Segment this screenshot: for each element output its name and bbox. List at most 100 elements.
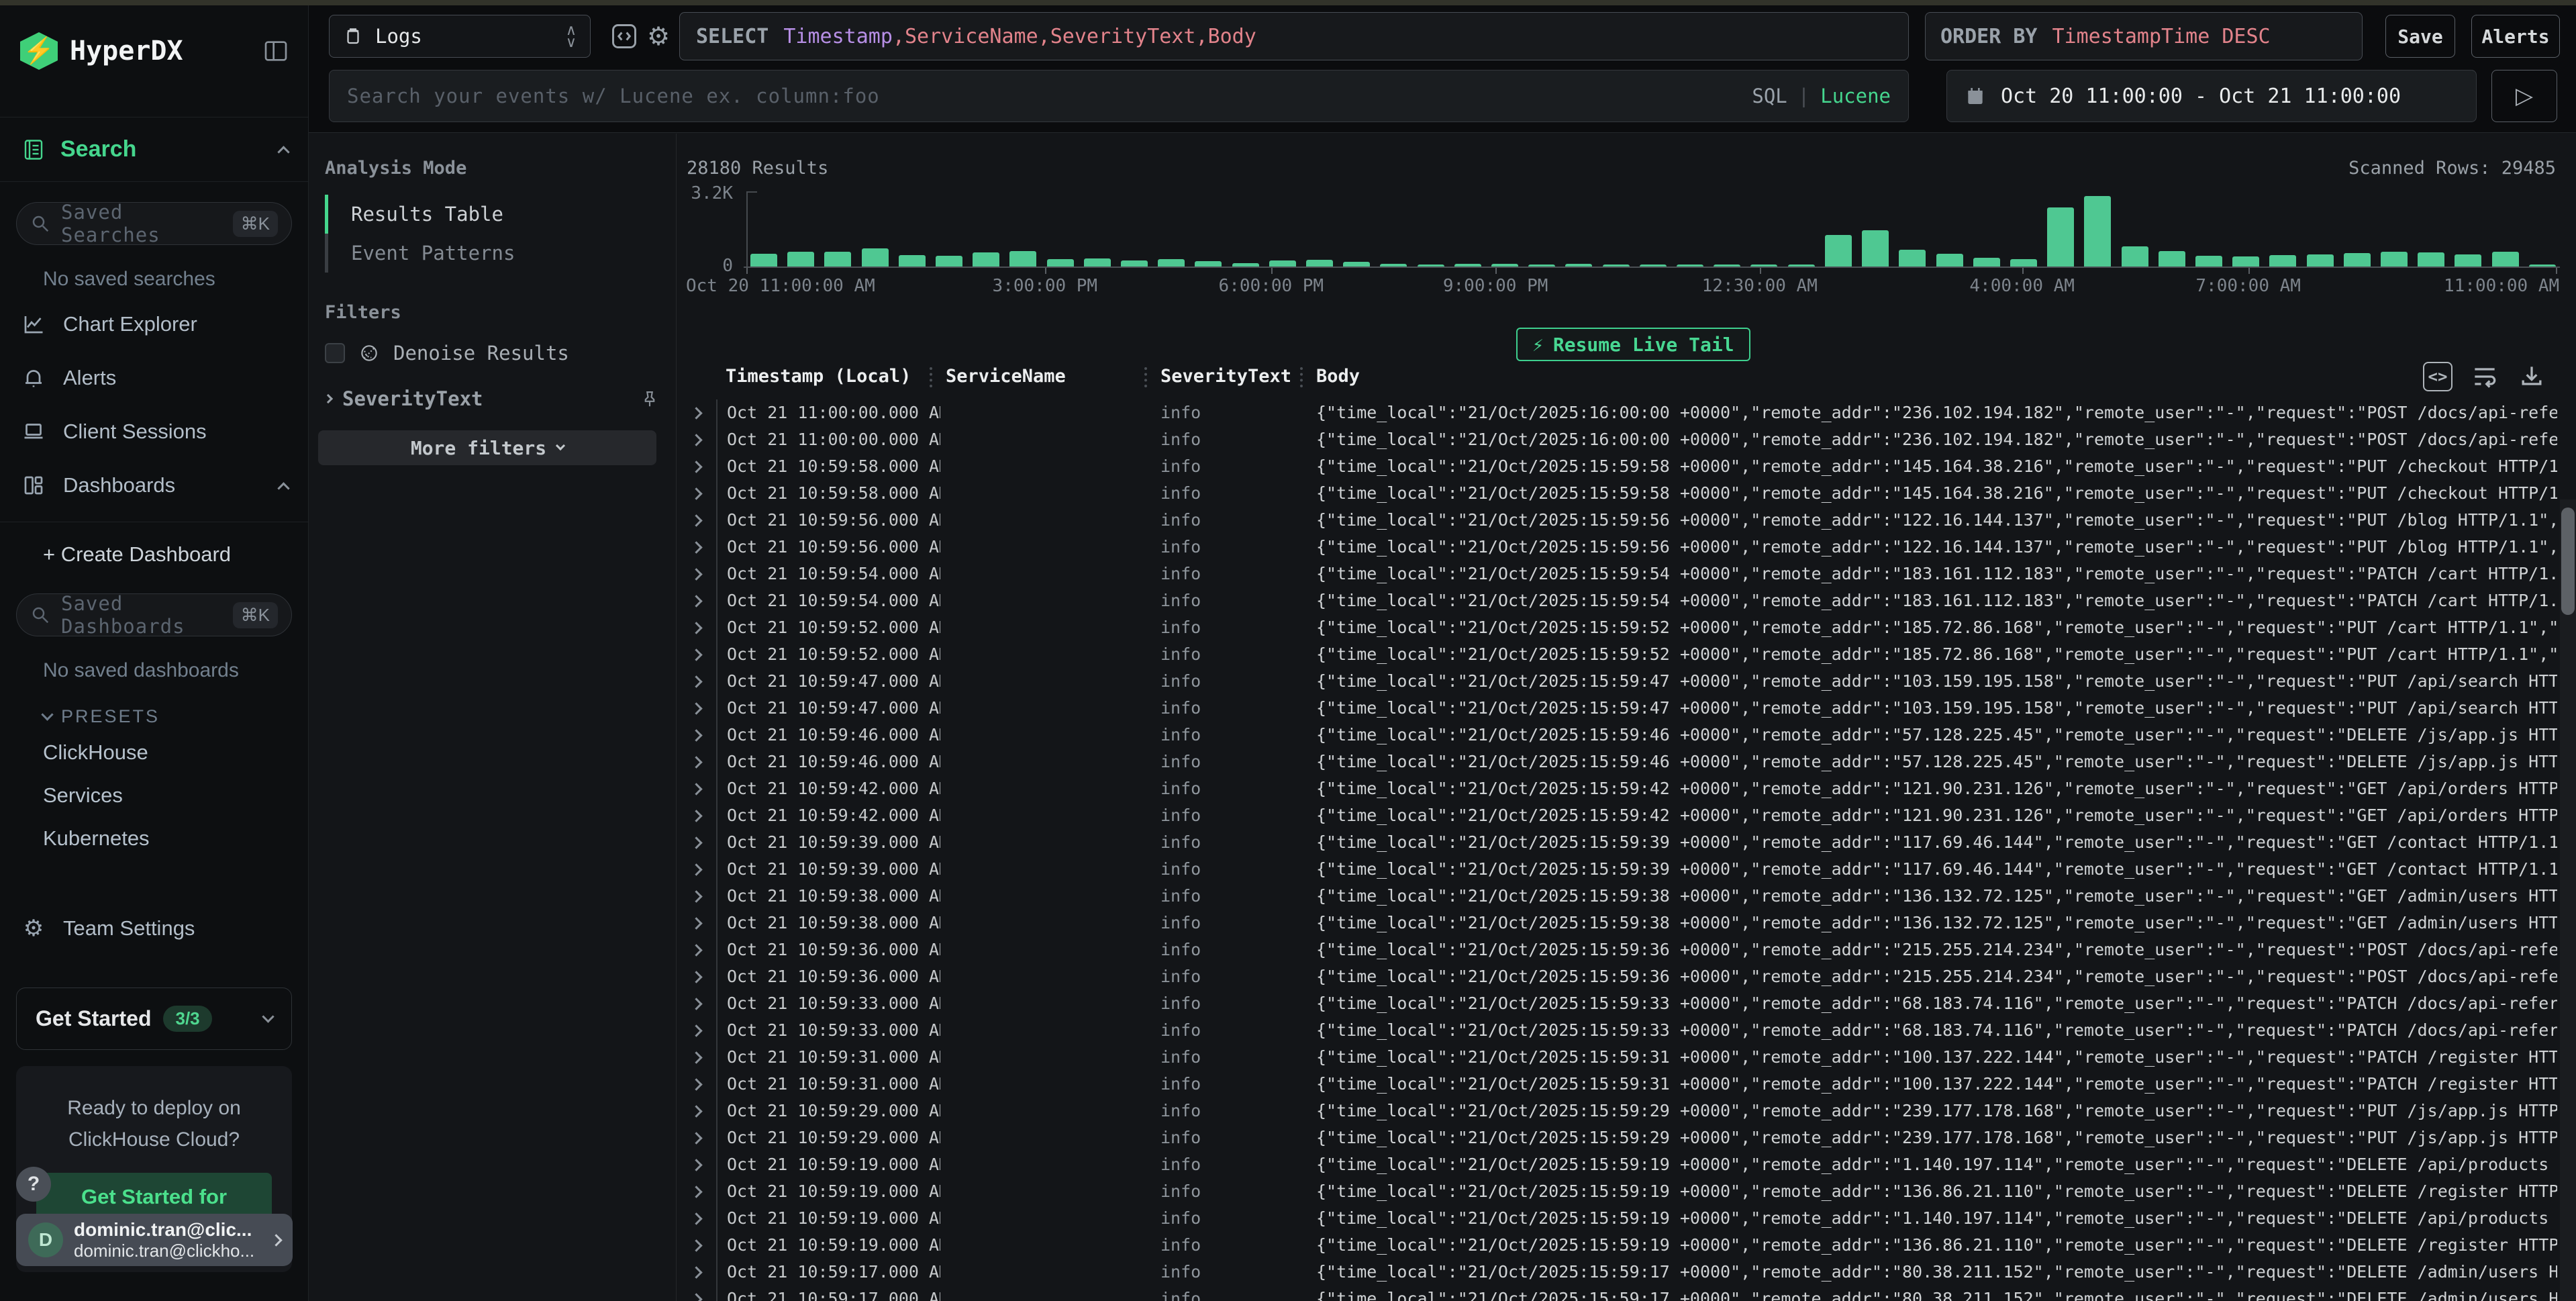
lang-sql-toggle[interactable]: SQL xyxy=(1752,85,1787,107)
denoise-results-row[interactable]: Denoise Results xyxy=(325,342,676,365)
user-menu[interactable]: D dominic.tran@clic... dominic.tran@clic… xyxy=(16,1214,293,1266)
table-row[interactable]: Oct 21 10:59:58.000 AMinfo{"time_local":… xyxy=(677,453,2557,480)
table-row[interactable]: Oct 21 10:59:19.000 AMinfo{"time_local":… xyxy=(677,1232,2557,1259)
table-row[interactable]: Oct 21 10:59:56.000 AMinfo{"time_local":… xyxy=(677,507,2557,534)
col-header-body[interactable]: Body xyxy=(1316,366,1360,387)
expand-row-icon[interactable] xyxy=(690,568,702,580)
code-toggle-button[interactable] xyxy=(609,21,639,51)
help-button[interactable]: ? xyxy=(16,1167,51,1202)
saved-searches-input[interactable]: Saved Searches ⌘K xyxy=(16,202,292,245)
table-row[interactable]: Oct 21 10:59:58.000 AMinfo{"time_local":… xyxy=(677,480,2557,507)
expand-row-icon[interactable] xyxy=(690,729,702,741)
sidebar-item-client-sessions[interactable]: Client Sessions xyxy=(0,405,308,459)
lang-lucene-toggle[interactable]: Lucene xyxy=(1820,85,1891,107)
preset-kubernetes[interactable]: Kubernetes xyxy=(0,817,308,860)
expand-row-icon[interactable] xyxy=(690,1105,702,1117)
expand-row-icon[interactable] xyxy=(690,810,702,822)
table-row[interactable]: Oct 21 10:59:54.000 AMinfo{"time_local":… xyxy=(677,587,2557,614)
expand-row-icon[interactable] xyxy=(690,1293,702,1301)
expand-row-icon[interactable] xyxy=(690,407,702,419)
table-row[interactable]: Oct 21 10:59:17.000 AMinfo{"time_local":… xyxy=(677,1286,2557,1301)
expand-row-icon[interactable] xyxy=(690,595,702,607)
expand-row-icon[interactable] xyxy=(690,971,702,983)
table-row[interactable]: Oct 21 10:59:36.000 AMinfo{"time_local":… xyxy=(677,936,2557,963)
table-row[interactable]: Oct 21 10:59:36.000 AMinfo{"time_local":… xyxy=(677,963,2557,990)
table-row[interactable]: Oct 21 10:59:42.000 AMinfo{"time_local":… xyxy=(677,775,2557,802)
source-select[interactable]: Logs ∧∨ xyxy=(329,15,591,58)
run-query-button[interactable]: ▷ xyxy=(2491,70,2557,122)
expand-row-icon[interactable] xyxy=(690,756,702,768)
presets-header[interactable]: PRESETS xyxy=(0,689,308,731)
sidebar-item-alerts[interactable]: Alerts xyxy=(0,351,308,405)
expand-row-icon[interactable] xyxy=(690,675,702,687)
sidebar-item-team-settings[interactable]: ⚙ Team Settings xyxy=(0,900,308,957)
expand-row-icon[interactable] xyxy=(690,1051,702,1063)
alerts-button[interactable]: Alerts xyxy=(2471,15,2560,58)
table-row[interactable]: Oct 21 10:59:33.000 AMinfo{"time_local":… xyxy=(677,1017,2557,1044)
expand-row-icon[interactable] xyxy=(690,944,702,956)
column-resize-handle[interactable] xyxy=(1144,367,1147,387)
expand-row-icon[interactable] xyxy=(690,487,702,499)
expand-row-icon[interactable] xyxy=(690,648,702,661)
tab-event-patterns[interactable]: Event Patterns xyxy=(325,234,673,273)
order-by-input[interactable]: ORDER BY TimestampTime DESC xyxy=(1925,12,2363,60)
denoise-checkbox[interactable] xyxy=(325,343,345,363)
table-row[interactable]: Oct 21 11:00:00.000 AMinfo{"time_local":… xyxy=(677,426,2557,453)
events-histogram[interactable] xyxy=(746,191,2556,267)
collapse-sidebar-icon[interactable] xyxy=(262,38,289,64)
vertical-scrollbar[interactable] xyxy=(2560,499,2576,1301)
table-row[interactable]: Oct 21 10:59:39.000 AMinfo{"time_local":… xyxy=(677,829,2557,856)
save-button[interactable]: Save xyxy=(2385,15,2455,58)
expand-row-icon[interactable] xyxy=(690,1132,702,1144)
expand-row-icon[interactable] xyxy=(690,998,702,1010)
col-header-severitytext[interactable]: SeverityText xyxy=(1160,366,1291,387)
column-resize-handle[interactable] xyxy=(1300,367,1303,387)
expand-row-icon[interactable] xyxy=(690,1266,702,1278)
table-row[interactable]: Oct 21 10:59:52.000 AMinfo{"time_local":… xyxy=(677,641,2557,668)
sidebar-item-dashboards[interactable]: Dashboards xyxy=(0,459,308,512)
column-resize-handle[interactable] xyxy=(930,367,932,387)
table-row[interactable]: Oct 21 10:59:17.000 AMinfo{"time_local":… xyxy=(677,1259,2557,1286)
table-row[interactable]: Oct 21 11:00:00.000 AMinfo{"time_local":… xyxy=(677,399,2557,426)
table-row[interactable]: Oct 21 10:59:39.000 AMinfo{"time_local":… xyxy=(677,856,2557,883)
table-row[interactable]: Oct 21 10:59:29.000 AMinfo{"time_local":… xyxy=(677,1098,2557,1124)
select-clause-input[interactable]: SELECT Timestamp ,ServiceName,SeverityTe… xyxy=(679,12,1909,60)
table-row[interactable]: Oct 21 10:59:19.000 AMinfo{"time_local":… xyxy=(677,1205,2557,1232)
wrap-text-icon[interactable] xyxy=(2470,362,2499,391)
expand-row-icon[interactable] xyxy=(690,622,702,634)
table-row[interactable]: Oct 21 10:59:42.000 AMinfo{"time_local":… xyxy=(677,802,2557,829)
col-header-servicename[interactable]: ServiceName xyxy=(946,366,1066,387)
table-row[interactable]: Oct 21 10:59:46.000 AMinfo{"time_local":… xyxy=(677,722,2557,749)
pin-icon[interactable] xyxy=(640,389,660,409)
expand-row-icon[interactable] xyxy=(690,461,702,473)
table-row[interactable]: Oct 21 10:59:38.000 AMinfo{"time_local":… xyxy=(677,910,2557,936)
time-range-picker[interactable]: Oct 20 11:00:00 - Oct 21 11:00:00 xyxy=(1946,70,2477,122)
preset-services[interactable]: Services xyxy=(0,774,308,817)
table-row[interactable]: Oct 21 10:59:31.000 AMinfo{"time_local":… xyxy=(677,1044,2557,1071)
table-row[interactable]: Oct 21 10:59:19.000 AMinfo{"time_local":… xyxy=(677,1151,2557,1178)
expand-row-icon[interactable] xyxy=(690,917,702,929)
expand-row-icon[interactable] xyxy=(690,702,702,714)
saved-dashboards-input[interactable]: Saved Dashboards ⌘K xyxy=(16,593,292,636)
create-dashboard-button[interactable]: + Create Dashboard xyxy=(0,522,308,573)
expand-row-icon[interactable] xyxy=(690,890,702,902)
more-filters-button[interactable]: More filters xyxy=(318,430,656,465)
preset-clickhouse[interactable]: ClickHouse xyxy=(0,731,308,774)
table-row[interactable]: Oct 21 10:59:29.000 AMinfo{"time_local":… xyxy=(677,1124,2557,1151)
table-row[interactable]: Oct 21 10:59:56.000 AMinfo{"time_local":… xyxy=(677,534,2557,561)
expand-row-icon[interactable] xyxy=(690,514,702,526)
table-row[interactable]: Oct 21 10:59:47.000 AMinfo{"time_local":… xyxy=(677,668,2557,695)
expand-row-icon[interactable] xyxy=(690,863,702,875)
gear-icon[interactable]: ⚙ xyxy=(647,21,670,52)
sidebar-item-search[interactable]: Search xyxy=(0,117,308,182)
table-row[interactable]: Oct 21 10:59:38.000 AMinfo{"time_local":… xyxy=(677,883,2557,910)
lucene-search-input[interactable]: Search your events w/ Lucene ex. column:… xyxy=(329,70,1909,122)
table-row[interactable]: Oct 21 10:59:31.000 AMinfo{"time_local":… xyxy=(677,1071,2557,1098)
table-row[interactable]: Oct 21 10:59:33.000 AMinfo{"time_local":… xyxy=(677,990,2557,1017)
get-started-card[interactable]: Get Started 3/3 xyxy=(16,987,292,1050)
resume-live-tail-button[interactable]: ⚡ Resume Live Tail xyxy=(1516,328,1750,361)
expand-row-icon[interactable] xyxy=(690,1186,702,1198)
expand-row-icon[interactable] xyxy=(690,434,702,446)
severity-filter-group[interactable]: SeverityText xyxy=(325,387,660,410)
table-row[interactable]: Oct 21 10:59:19.000 AMinfo{"time_local":… xyxy=(677,1178,2557,1205)
